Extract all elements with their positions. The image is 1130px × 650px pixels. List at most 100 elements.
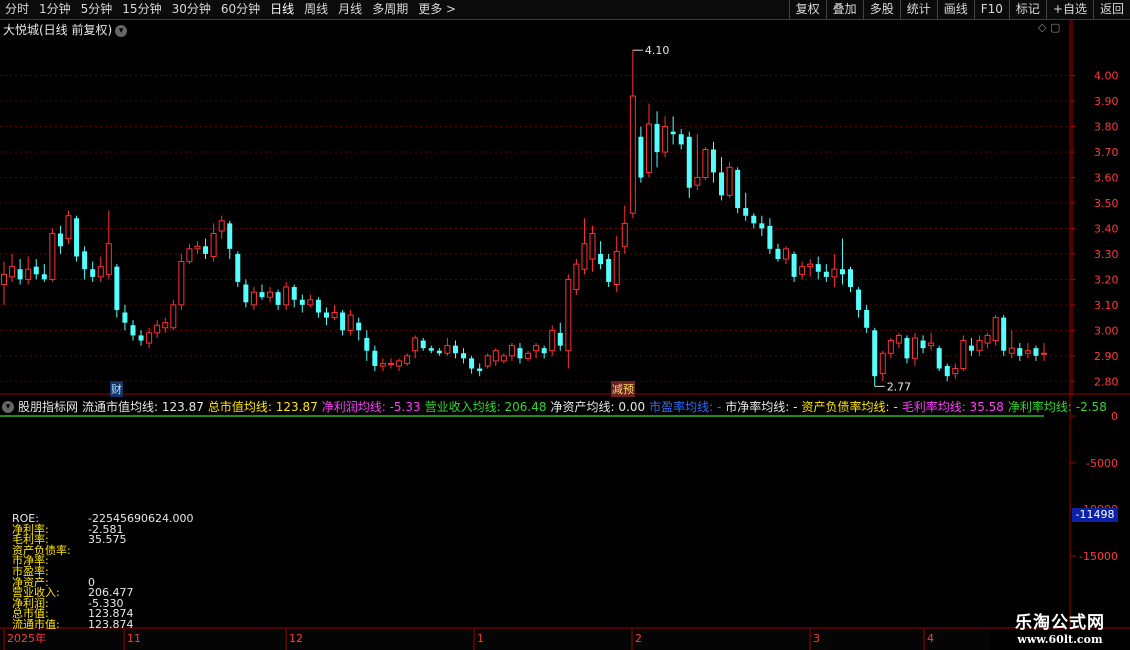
candle-body-down xyxy=(864,309,870,328)
indicator-title-bar: ▾ 股朋指标网 流通市值均线: 123.87 总市值均线: 123.87 净利润均线… xyxy=(2,398,1111,415)
candle-body-up xyxy=(387,362,394,365)
candle-body-down xyxy=(364,337,370,351)
candle-body-up xyxy=(500,355,507,362)
roe-panel: ROE: -22545690624.000 净利率: -2.581 毛利率: 35.575… xyxy=(12,513,193,631)
candle-body-down xyxy=(41,274,47,280)
candle-body-down xyxy=(461,353,467,359)
watermark-url: www.60lt.com xyxy=(1017,633,1103,646)
candle-body-down xyxy=(469,358,475,369)
candle-body-down xyxy=(291,287,297,300)
candle-body-down xyxy=(767,225,773,249)
event-jian-badge[interactable]: 减预 xyxy=(611,381,635,397)
candle-body-down xyxy=(436,350,442,354)
candle-body-down xyxy=(710,149,716,173)
candle-body-up xyxy=(799,266,806,275)
candle-body-up xyxy=(170,304,177,329)
candle-body-down xyxy=(17,269,23,280)
candle-body-down xyxy=(275,292,281,305)
candle-body-up xyxy=(952,368,959,375)
candle-body-up xyxy=(533,345,540,352)
candle-body-down xyxy=(33,266,39,275)
candle-body-up xyxy=(702,149,709,179)
candle-body-down xyxy=(235,253,241,282)
candle-body-up xyxy=(581,243,588,270)
candle-body-down xyxy=(82,251,88,270)
chevron-down-icon[interactable]: ▾ xyxy=(2,400,14,413)
candle-body-down xyxy=(428,348,434,351)
candle-body-up xyxy=(621,222,628,247)
candle-body-up xyxy=(162,322,169,329)
candle-body-down xyxy=(654,124,660,153)
price-tick-label: 3.80 xyxy=(1094,121,1119,134)
price-tick-label: 2.90 xyxy=(1094,350,1119,363)
candle-body-up xyxy=(49,233,56,280)
candle-body-up xyxy=(549,329,556,352)
candle-body-down xyxy=(452,345,458,354)
candle-body-up xyxy=(210,233,217,257)
candle-body-down xyxy=(138,335,144,341)
candle-body-up xyxy=(307,299,314,306)
price-tick-label: 3.90 xyxy=(1094,95,1119,108)
candle-body-up xyxy=(146,332,153,344)
candle-body-down xyxy=(839,269,845,275)
indicator-item-5: 市盈率均线: - xyxy=(649,400,722,414)
candle-body-up xyxy=(267,291,274,298)
event-cai-badge[interactable]: 财 xyxy=(110,381,123,397)
candle-body-up xyxy=(984,334,991,344)
candle-body-up xyxy=(1024,350,1031,354)
watermark-title: 乐淘公式网 xyxy=(1015,613,1105,633)
candle-body-down xyxy=(90,269,96,277)
candle-body-up xyxy=(573,263,580,291)
indicator-name[interactable]: 股朋指标网 xyxy=(18,398,78,415)
candle-body-down xyxy=(356,322,362,331)
indicator-item-8: 毛利率均线: 35.58 xyxy=(901,400,1004,414)
price-tick-label: 3.00 xyxy=(1094,324,1119,337)
price-tick-label: 3.10 xyxy=(1094,299,1119,312)
price-tick-label: 4.00 xyxy=(1094,70,1119,83)
candle-body-up xyxy=(186,248,193,263)
candle-body-up xyxy=(565,278,572,352)
candle-body-down xyxy=(920,340,926,349)
candle-body-up xyxy=(887,340,894,354)
candle-body-down xyxy=(57,233,63,247)
indicator-tick-label: 0 xyxy=(1111,410,1118,423)
candle-body-down xyxy=(557,332,563,346)
candle-body-down xyxy=(227,223,233,249)
candle-body-up xyxy=(879,352,886,375)
price-tick-label: 3.60 xyxy=(1094,172,1119,185)
candle-body-up xyxy=(960,340,967,370)
indicator-item-1: 总市值均线: 123.87 xyxy=(207,400,318,414)
candle-body-up xyxy=(525,352,532,359)
candle-body-down xyxy=(122,312,128,323)
candle-body-up xyxy=(444,345,451,354)
candle-body-up xyxy=(65,215,72,240)
candle-body-down xyxy=(751,215,757,224)
roe-key: 流通市值: xyxy=(12,617,60,631)
candle-body-down xyxy=(686,136,692,188)
candle-body-up xyxy=(25,268,32,280)
candle-body-up xyxy=(613,250,620,285)
date-label: 2 xyxy=(635,632,642,645)
candle-body-down xyxy=(259,292,265,298)
candle-body-down xyxy=(735,169,741,209)
candle-body-up xyxy=(783,248,790,260)
candle-body-up xyxy=(218,220,225,232)
candle-body-down xyxy=(719,172,725,196)
candle-body-up xyxy=(178,261,185,306)
indicator-item-4: 净资产均线: 0.00 xyxy=(550,400,646,414)
indicator-item-0: 流通市值均线: 123.87 xyxy=(82,400,204,414)
candle-body-down xyxy=(791,253,797,277)
date-label: 3 xyxy=(813,632,820,645)
candle-body-down xyxy=(678,134,684,145)
roe-value: 35.575 xyxy=(88,533,127,547)
date-label: 11 xyxy=(127,632,141,645)
roe-row-10: 流通市值: 123.874 xyxy=(12,617,193,631)
price-tick-label: 2.80 xyxy=(1094,375,1119,388)
candle-body-down xyxy=(815,264,821,272)
date-label: 2025年 xyxy=(7,631,46,645)
watermark: 乐淘公式网 www.60lt.com xyxy=(990,608,1130,650)
candle-body-down xyxy=(775,248,781,260)
price-tick-label: 3.50 xyxy=(1094,197,1119,210)
price-tick-label: 3.20 xyxy=(1094,273,1119,286)
low-label: 2.77 xyxy=(887,380,912,393)
